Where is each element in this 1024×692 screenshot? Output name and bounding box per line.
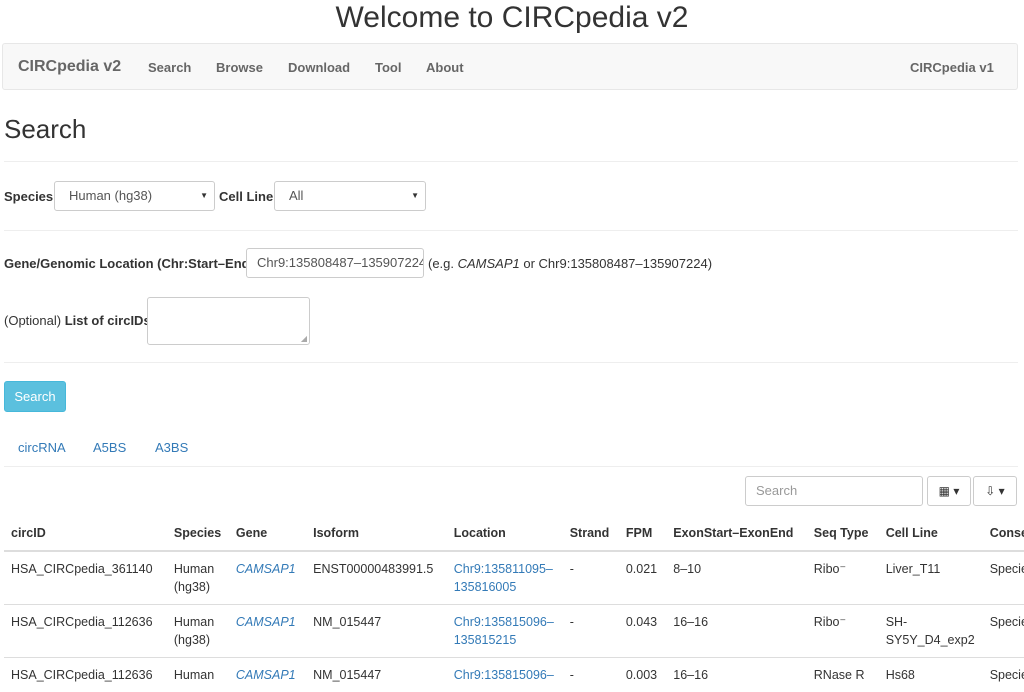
page-title: Search bbox=[4, 114, 86, 145]
cell-cell-line: Hs68 bbox=[879, 658, 983, 692]
cell-cell-line: Liver_T11 bbox=[879, 551, 983, 605]
export-icon: ⇩ ▾ bbox=[985, 484, 1004, 498]
search-button[interactable]: Search bbox=[4, 381, 66, 412]
cell-circid: HSA_CIRCpedia_112636 bbox=[4, 605, 167, 658]
chevron-down-icon: ▼ bbox=[200, 182, 208, 210]
table-row: HSA_CIRCpedia_361140 Human (hg38) CAMSAP… bbox=[4, 551, 1024, 605]
cell-conservation: Species bbox=[983, 605, 1024, 658]
cell-location[interactable]: Chr9:135815096–135815215 bbox=[447, 605, 563, 658]
column-header[interactable]: circID bbox=[4, 518, 167, 551]
cell-strand: - bbox=[563, 551, 619, 605]
nav-item-tool[interactable]: Tool bbox=[375, 60, 401, 75]
location-link[interactable]: Chr9:135815096–135815215 bbox=[454, 615, 554, 647]
nav-item-circpedia-v1[interactable]: CIRCpedia v1 bbox=[910, 60, 994, 75]
location-hint: (e.g. CAMSAP1 or Chr9:135808487–13590722… bbox=[428, 256, 712, 271]
cell-gene[interactable]: CAMSAP1 bbox=[229, 551, 306, 605]
chevron-down-icon: ▼ bbox=[411, 182, 419, 210]
grid-icon: ▦ ▾ bbox=[939, 484, 960, 498]
cell-cell-line: SH-SY5Y_D4_exp2 bbox=[879, 605, 983, 658]
location-label: Gene/Genomic Location (Chr:Start–End) bbox=[4, 256, 254, 271]
column-header[interactable]: Conser bbox=[983, 518, 1024, 551]
circids-optional: (Optional) bbox=[4, 313, 61, 328]
species-select-value: Human (hg38) bbox=[69, 188, 152, 203]
column-header[interactable]: Cell Line bbox=[879, 518, 983, 551]
cell-gene[interactable]: CAMSAP1 bbox=[229, 658, 306, 692]
location-hint-prefix: (e.g. bbox=[428, 256, 458, 271]
cell-exons: 16–16 bbox=[666, 605, 807, 658]
table-header-row: circID Species Gene Isoform Location Str… bbox=[4, 518, 1024, 551]
divider bbox=[4, 362, 1018, 363]
column-header[interactable]: Isoform bbox=[306, 518, 447, 551]
cell-circid: HSA_CIRCpedia_112636 bbox=[4, 658, 167, 692]
tab-a5bs[interactable]: A5BS bbox=[93, 440, 126, 455]
results-table: circID Species Gene Isoform Location Str… bbox=[4, 518, 1024, 692]
location-link[interactable]: Chr9:135811095–135816005 bbox=[454, 562, 553, 594]
circids-textarea[interactable]: ◢ bbox=[147, 297, 310, 345]
cell-line-label: Cell Line bbox=[219, 189, 273, 204]
cell-line-select[interactable]: All ▼ bbox=[274, 181, 426, 211]
divider bbox=[4, 161, 1018, 162]
table-row: HSA_CIRCpedia_112636 Human CAMSAP1 NM_01… bbox=[4, 658, 1024, 692]
tabs-divider bbox=[4, 466, 1018, 467]
export-button[interactable]: ⇩ ▾ bbox=[973, 476, 1017, 506]
location-link[interactable]: Chr9:135815096– bbox=[454, 668, 554, 682]
species-label: Species bbox=[4, 189, 53, 204]
column-header[interactable]: Seq Type bbox=[807, 518, 879, 551]
nav-item-download[interactable]: Download bbox=[288, 60, 350, 75]
cell-location[interactable]: Chr9:135815096– bbox=[447, 658, 563, 692]
navbar: CIRCpedia v2 Search Browse Download Tool… bbox=[2, 43, 1018, 90]
species-select[interactable]: Human (hg38) ▼ bbox=[54, 181, 215, 211]
nav-item-browse[interactable]: Browse bbox=[216, 60, 263, 75]
cell-seq-type: Ribo⁻ bbox=[807, 605, 879, 658]
circids-label-text: List of circIDs bbox=[65, 313, 151, 328]
cell-strand: - bbox=[563, 658, 619, 692]
cell-fpm: 0.003 bbox=[619, 658, 666, 692]
cell-species: Human (hg38) bbox=[167, 551, 229, 605]
table-row: HSA_CIRCpedia_112636 Human (hg38) CAMSAP… bbox=[4, 605, 1024, 658]
tab-a3bs[interactable]: A3BS bbox=[155, 440, 188, 455]
cell-exons: 8–10 bbox=[666, 551, 807, 605]
circids-label: (Optional) List of circIDs bbox=[4, 313, 151, 328]
cell-line-select-value: All bbox=[289, 188, 303, 203]
location-input[interactable]: Chr9:135808487–135907224 bbox=[246, 248, 424, 278]
column-header[interactable]: Strand bbox=[563, 518, 619, 551]
nav-item-search[interactable]: Search bbox=[148, 60, 191, 75]
cell-species: Human (hg38) bbox=[167, 605, 229, 658]
column-header[interactable]: ExonStart–ExonEnd bbox=[666, 518, 807, 551]
navbar-brand[interactable]: CIRCpedia v2 bbox=[18, 58, 121, 76]
cell-fpm: 0.021 bbox=[619, 551, 666, 605]
cell-gene[interactable]: CAMSAP1 bbox=[229, 605, 306, 658]
cell-exons: 16–16 bbox=[666, 658, 807, 692]
cell-seq-type: RNase R bbox=[807, 658, 879, 692]
cell-location[interactable]: Chr9:135811095–135816005 bbox=[447, 551, 563, 605]
cell-isoform: NM_015447 bbox=[306, 658, 447, 692]
cell-isoform: ENST00000483991.5 bbox=[306, 551, 447, 605]
columns-button[interactable]: ▦ ▾ bbox=[927, 476, 971, 506]
cell-strand: - bbox=[563, 605, 619, 658]
divider bbox=[4, 230, 1018, 231]
cell-seq-type: Ribo⁻ bbox=[807, 551, 879, 605]
cell-conservation: Species bbox=[983, 658, 1024, 692]
column-header[interactable]: Location bbox=[447, 518, 563, 551]
tab-circrna[interactable]: circRNA bbox=[18, 440, 66, 455]
gene-link[interactable]: CAMSAP1 bbox=[236, 615, 296, 629]
cell-circid: HSA_CIRCpedia_361140 bbox=[4, 551, 167, 605]
cell-conservation: Species bbox=[983, 551, 1024, 605]
column-header[interactable]: Gene bbox=[229, 518, 306, 551]
gene-link[interactable]: CAMSAP1 bbox=[236, 562, 296, 576]
site-title: Welcome to CIRCpedia v2 bbox=[0, 0, 1024, 40]
location-hint-gene: CAMSAP1 bbox=[458, 256, 520, 271]
resize-grip-icon[interactable]: ◢ bbox=[301, 334, 307, 343]
table-search-input[interactable]: Search bbox=[745, 476, 923, 506]
cell-isoform: NM_015447 bbox=[306, 605, 447, 658]
cell-fpm: 0.043 bbox=[619, 605, 666, 658]
column-header[interactable]: Species bbox=[167, 518, 229, 551]
nav-item-about[interactable]: About bbox=[426, 60, 464, 75]
cell-species: Human bbox=[167, 658, 229, 692]
column-header[interactable]: FPM bbox=[619, 518, 666, 551]
gene-link[interactable]: CAMSAP1 bbox=[236, 668, 296, 682]
location-hint-suffix: or Chr9:135808487–135907224) bbox=[520, 256, 712, 271]
